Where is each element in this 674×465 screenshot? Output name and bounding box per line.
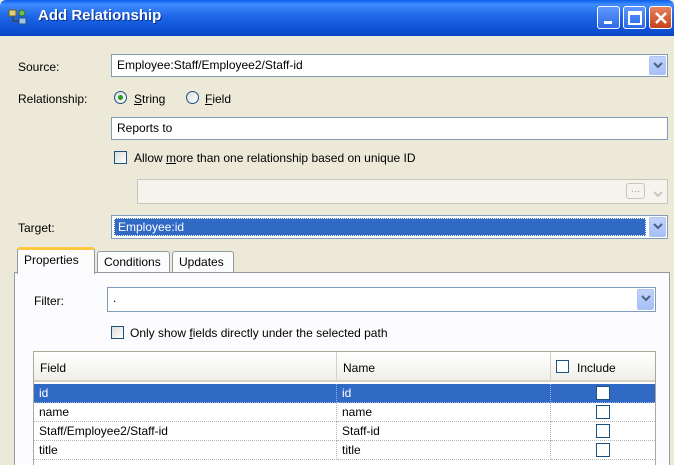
relationship-text-value: Reports to bbox=[117, 121, 173, 135]
table-row[interactable]: title title bbox=[34, 441, 655, 460]
source-label: Source: bbox=[18, 60, 60, 74]
relationship-label: Relationship: bbox=[18, 92, 88, 106]
close-button[interactable] bbox=[649, 6, 672, 29]
close-icon bbox=[655, 12, 667, 24]
tab-conditions[interactable]: Conditions bbox=[97, 251, 170, 273]
name-cell: title bbox=[337, 441, 551, 460]
include-checkbox[interactable] bbox=[596, 424, 610, 438]
only-show-fields-checkbox[interactable] bbox=[111, 326, 124, 339]
include-checkbox[interactable] bbox=[596, 443, 610, 457]
string-radio-label[interactable]: String bbox=[134, 92, 165, 106]
window-title: Add Relationship bbox=[38, 7, 162, 24]
minimize-icon bbox=[604, 21, 612, 24]
table-row[interactable]: name name bbox=[34, 403, 655, 422]
field-cell: Staff/Employee2/Staff-id bbox=[34, 422, 337, 441]
include-checkbox[interactable] bbox=[596, 386, 610, 400]
source-value: Employee:Staff/Employee2/Staff-id bbox=[117, 58, 303, 72]
chevron-down-icon bbox=[653, 187, 663, 201]
app-icon bbox=[8, 8, 28, 28]
minimize-button[interactable] bbox=[597, 6, 620, 29]
filter-label: Filter: bbox=[34, 294, 64, 308]
source-combo[interactable]: Employee:Staff/Employee2/Staff-id bbox=[111, 54, 668, 77]
name-cell: id bbox=[337, 384, 551, 403]
target-combo[interactable]: Employee:id bbox=[111, 215, 668, 239]
allow-multiple-checkbox[interactable] bbox=[114, 151, 127, 164]
tab-updates[interactable]: Updates bbox=[172, 251, 234, 273]
unique-id-combo: ... bbox=[137, 179, 668, 204]
title-bar[interactable]: Add Relationship bbox=[0, 0, 674, 36]
column-header-include[interactable]: Include bbox=[551, 352, 655, 382]
chevron-down-icon bbox=[641, 295, 651, 302]
fields-grid[interactable]: Field Name Include id id name name Staff… bbox=[33, 351, 656, 465]
field-radio[interactable] bbox=[186, 91, 199, 104]
filter-value: . bbox=[113, 291, 117, 305]
include-checkbox[interactable] bbox=[596, 405, 610, 419]
column-header-field[interactable]: Field bbox=[34, 352, 337, 382]
field-cell: title bbox=[34, 441, 337, 460]
browse-button: ... bbox=[626, 183, 645, 199]
field-radio-label[interactable]: Field bbox=[205, 92, 231, 106]
source-dropdown-button[interactable] bbox=[649, 56, 666, 75]
maximize-button[interactable] bbox=[623, 6, 646, 29]
filter-combo[interactable]: . bbox=[107, 287, 656, 312]
allow-multiple-label[interactable]: Allow more than one relationship based o… bbox=[134, 151, 416, 165]
table-row[interactable]: Staff/Employee2/Staff-id Staff-id bbox=[34, 422, 655, 441]
string-radio[interactable] bbox=[114, 91, 127, 104]
chevron-down-icon bbox=[653, 62, 663, 69]
maximize-icon bbox=[628, 11, 642, 25]
target-value: Employee:id bbox=[114, 218, 646, 236]
chevron-down-icon bbox=[653, 223, 663, 230]
target-label: Target: bbox=[18, 221, 55, 235]
only-show-fields-label[interactable]: Only show fields directly under the sele… bbox=[130, 326, 388, 340]
column-header-name[interactable]: Name bbox=[337, 352, 551, 382]
name-cell: name bbox=[337, 403, 551, 422]
include-all-checkbox[interactable] bbox=[556, 360, 569, 373]
name-cell: Staff-id bbox=[337, 422, 551, 441]
field-cell: id bbox=[34, 384, 337, 403]
field-cell: name bbox=[34, 403, 337, 422]
target-dropdown-button[interactable] bbox=[649, 217, 666, 237]
relationship-text-input[interactable]: Reports to bbox=[111, 117, 668, 140]
tab-properties[interactable]: Properties bbox=[17, 247, 95, 274]
table-row[interactable]: id id bbox=[34, 384, 655, 403]
filter-dropdown-button[interactable] bbox=[637, 289, 654, 310]
